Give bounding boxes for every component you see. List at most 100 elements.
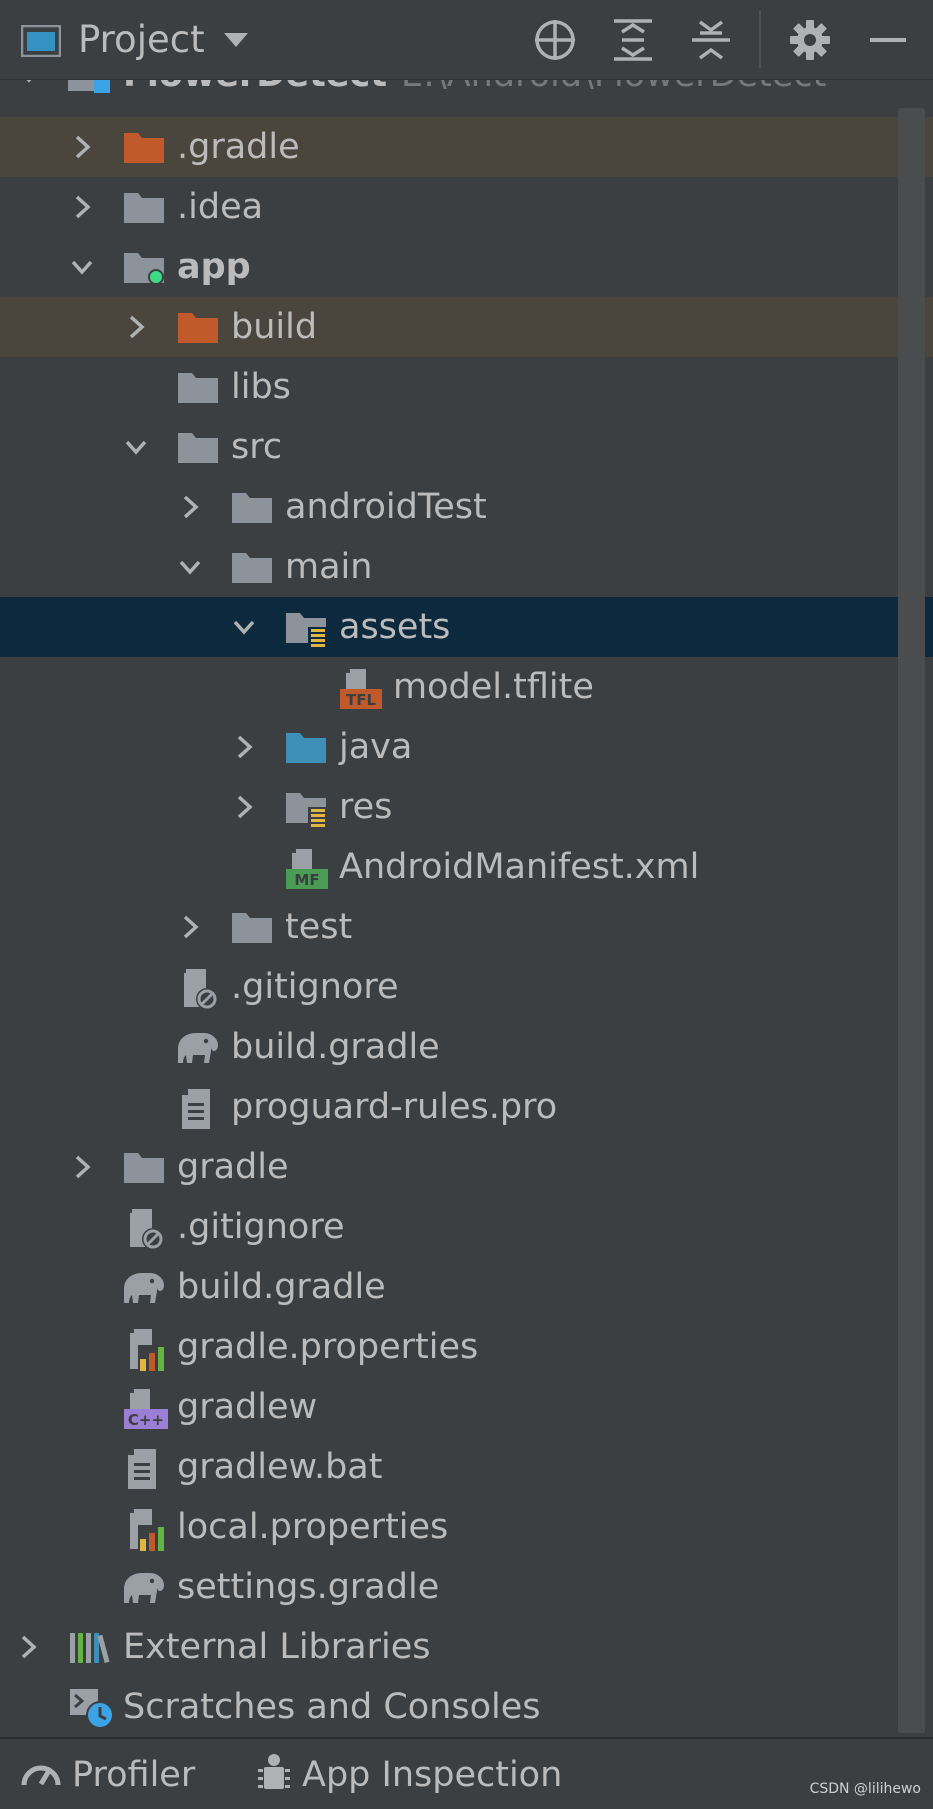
minimize-icon[interactable] <box>862 14 914 66</box>
chevron-right-icon[interactable] <box>68 1153 96 1181</box>
tree-item-label: src <box>231 427 283 467</box>
chevron-right-icon[interactable] <box>14 1633 42 1661</box>
scratches-icon <box>68 1687 114 1729</box>
collapse-all-icon[interactable] <box>685 14 737 66</box>
text-file-icon <box>124 1447 170 1489</box>
tree-row-java[interactable]: java <box>0 717 933 777</box>
tree-row-test[interactable]: test <box>0 897 933 957</box>
tree-item-label: build.gradle <box>231 1027 440 1067</box>
project-view-title[interactable]: Project <box>78 16 205 64</box>
tree-row-gradlew[interactable]: C++ gradlew <box>0 1377 933 1437</box>
profiler-tab[interactable]: Profiler <box>20 1751 195 1799</box>
profiler-label: Profiler <box>72 1755 196 1795</box>
folder-icon <box>176 367 222 407</box>
folder-icon <box>230 547 276 587</box>
tree-item-label: gradlew.bat <box>177 1447 383 1487</box>
tree-row-app-gitignore[interactable]: .gitignore <box>0 957 933 1017</box>
bottom-tool-window-bar: Profiler App Inspection <box>0 1737 933 1809</box>
chevron-right-icon[interactable] <box>230 733 258 761</box>
tree-row-gradle-properties[interactable]: gradle.properties <box>0 1317 933 1377</box>
toolbar-separator <box>759 10 761 68</box>
source-folder-icon <box>284 727 330 767</box>
folder-icon <box>122 1147 168 1187</box>
module-folder-icon <box>66 80 112 95</box>
tree-row-proguard[interactable]: proguard-rules.pro <box>0 1077 933 1137</box>
tree-item-label: AndroidManifest.xml <box>339 847 700 887</box>
chevron-down-icon[interactable] <box>122 433 150 461</box>
tree-item-label: gradlew <box>177 1387 318 1427</box>
project-tree: FlowerDetectE:\Android\FlowerDetect .gra… <box>0 80 933 1735</box>
tree-row-app[interactable]: app <box>0 237 933 297</box>
tree-row-scratches[interactable]: Scratches and Consoles <box>0 1677 933 1735</box>
gradle-elephant-icon <box>120 1267 166 1307</box>
tree-item-label: build.gradle <box>177 1267 386 1307</box>
tree-item-label: app <box>177 247 251 287</box>
tree-row-gradle-folder[interactable]: gradle <box>0 1137 933 1197</box>
tree-row-idea[interactable]: .idea <box>0 177 933 237</box>
tree-row-gradle-dir[interactable]: .gradle <box>0 117 933 177</box>
excluded-folder-icon <box>122 127 168 167</box>
android-module-folder-icon <box>122 247 168 287</box>
tree-row-manifest[interactable]: MF AndroidManifest.xml <box>0 837 933 897</box>
tree-row-assets[interactable]: assets <box>0 597 933 657</box>
tree-row-androidtest[interactable]: androidTest <box>0 477 933 537</box>
locate-icon[interactable] <box>529 14 581 66</box>
resource-folder-icon <box>284 607 330 647</box>
tree-row-src[interactable]: src <box>0 417 933 477</box>
dropdown-icon[interactable] <box>222 30 250 54</box>
chevron-right-icon[interactable] <box>176 913 204 941</box>
libraries-icon <box>68 1627 114 1667</box>
vertical-scrollbar[interactable] <box>898 108 925 1733</box>
chevron-down-icon[interactable] <box>68 253 96 281</box>
tree-row-app-build-gradle[interactable]: build.gradle <box>0 1017 933 1077</box>
chevron-down-icon[interactable] <box>176 553 204 581</box>
tree-item-label: proguard-rules.pro <box>231 1087 558 1127</box>
chevron-right-icon[interactable] <box>68 193 96 221</box>
chevron-down-icon[interactable] <box>15 80 43 89</box>
tree-root-label: FlowerDetectE:\Android\FlowerDetect <box>123 80 826 99</box>
chevron-down-icon[interactable] <box>230 613 258 641</box>
folder-icon <box>122 187 168 227</box>
tree-item-label: libs <box>231 367 291 407</box>
chevron-right-icon[interactable] <box>68 133 96 161</box>
svg-text:TFL: TFL <box>346 691 376 709</box>
tree-row-gradlew-bat[interactable]: gradlew.bat <box>0 1437 933 1497</box>
tree-item-label: gradle <box>177 1147 289 1187</box>
folder-icon <box>230 487 276 527</box>
text-file-icon <box>178 1087 224 1129</box>
project-toolbar: Project <box>0 0 933 80</box>
tree-row-external-libraries[interactable]: External Libraries <box>0 1617 933 1677</box>
tree-row-gitignore[interactable]: .gitignore <box>0 1197 933 1257</box>
tree-row-build-gradle[interactable]: build.gradle <box>0 1257 933 1317</box>
resource-folder-icon <box>284 787 330 827</box>
tree-row-settings-gradle[interactable]: settings.gradle <box>0 1557 933 1617</box>
app-inspection-label: App Inspection <box>302 1755 563 1795</box>
tree-item-label: .gitignore <box>231 967 399 1007</box>
svg-text:C++: C++ <box>128 1411 164 1429</box>
tree-item-label: .gitignore <box>177 1207 345 1247</box>
tree-row-model-tflite[interactable]: TFL model.tflite <box>0 657 933 717</box>
tree-item-label: .idea <box>177 187 264 227</box>
tree-row-build-dir[interactable]: build <box>0 297 933 357</box>
app-inspection-icon <box>256 1753 292 1797</box>
tree-item-label: settings.gradle <box>177 1567 440 1607</box>
app-inspection-tab[interactable]: App Inspection <box>256 1751 562 1799</box>
settings-icon[interactable] <box>784 14 836 66</box>
tree-row-main[interactable]: main <box>0 537 933 597</box>
folder-icon <box>230 907 276 947</box>
tree-item-label: main <box>285 547 373 587</box>
tree-row-libs[interactable]: libs <box>0 357 933 417</box>
chevron-right-icon[interactable] <box>122 313 150 341</box>
tree-row-res[interactable]: res <box>0 777 933 837</box>
chevron-right-icon[interactable] <box>230 793 258 821</box>
tree-item-label: model.tflite <box>393 667 594 707</box>
project-window-icon <box>20 24 62 61</box>
manifest-file-icon: MF <box>284 847 330 889</box>
tree-row-local-properties[interactable]: local.properties <box>0 1497 933 1557</box>
chevron-right-icon[interactable] <box>176 493 204 521</box>
expand-all-icon[interactable] <box>607 14 659 66</box>
tree-item-label: test <box>285 907 353 947</box>
tree-item-label: .gradle <box>177 127 300 167</box>
tree-row-root[interactable]: FlowerDetectE:\Android\FlowerDetect <box>0 80 933 105</box>
ignore-file-icon <box>176 967 222 1010</box>
